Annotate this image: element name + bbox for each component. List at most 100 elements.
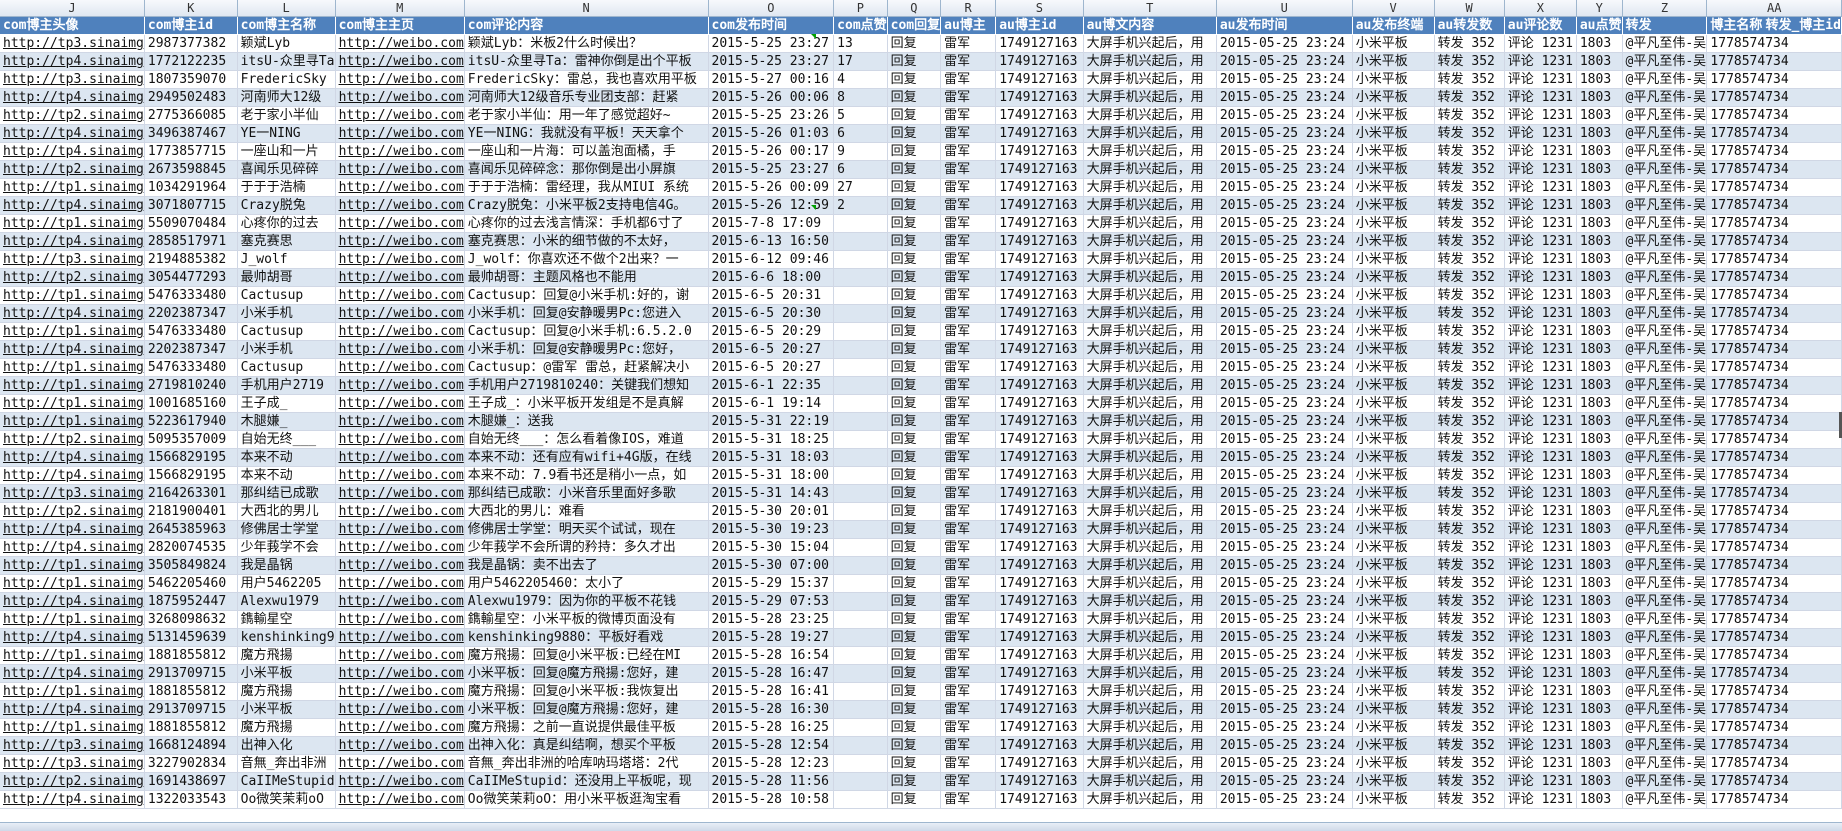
table-cell[interactable]: 2015-05-25 23:24 — [1216, 358, 1353, 377]
table-cell[interactable]: 2015-5-26 00:09 — [708, 178, 835, 197]
table-cell[interactable]: 雷军 — [940, 196, 997, 215]
table-cell[interactable]: 小米平板 — [1352, 700, 1435, 719]
table-cell[interactable]: 1778574734 — [1706, 430, 1842, 449]
table-cell[interactable]: 评论 1231 — [1504, 196, 1577, 215]
table-cell[interactable] — [833, 268, 888, 287]
hyperlink-cell[interactable]: http://weibo.com — [335, 700, 465, 719]
table-cell[interactable]: @平凡至伟-吴 — [1622, 106, 1708, 125]
table-cell[interactable]: 1749127163 — [995, 628, 1084, 647]
table-cell[interactable]: 1778574734 — [1706, 754, 1842, 773]
table-cell[interactable]: 小米平板 — [1352, 196, 1435, 215]
table-cell[interactable]: 5095357009 — [144, 430, 238, 449]
table-cell[interactable]: 回复 — [887, 88, 942, 107]
table-cell[interactable]: 大屏手机兴起后，用 — [1083, 250, 1217, 269]
table-cell[interactable]: 2015-5-25 23:26 — [708, 106, 835, 125]
table-cell[interactable]: 转发 352 — [1434, 574, 1505, 593]
table-cell[interactable]: 小米平板 — [1352, 574, 1435, 593]
table-cell[interactable]: 1749127163 — [995, 376, 1084, 395]
table-cell[interactable]: 小米平板 — [1352, 142, 1435, 161]
hyperlink-cell[interactable]: http://tp2.sinaimg — [0, 502, 145, 521]
table-cell[interactable]: 大屏手机兴起后，用 — [1083, 754, 1217, 773]
table-cell[interactable]: 转发 352 — [1434, 286, 1505, 305]
table-cell[interactable]: @平凡至伟-吴 — [1622, 340, 1708, 359]
table-cell[interactable]: CaIIMeStupid — [237, 772, 336, 791]
table-cell[interactable]: 回复 — [887, 556, 942, 575]
table-cell[interactable]: kenshinking9880：平板好看戏 — [464, 628, 709, 647]
table-cell[interactable]: 小米平板 — [1352, 520, 1435, 539]
table-cell[interactable]: 评论 1231 — [1504, 160, 1577, 179]
hyperlink-cell[interactable]: http://weibo.com — [335, 736, 465, 755]
hyperlink-cell[interactable]: http://weibo.com — [335, 268, 465, 287]
table-cell[interactable]: @平凡至伟-吴 — [1622, 88, 1708, 107]
table-cell[interactable]: 回复 — [887, 592, 942, 611]
table-cell[interactable]: 回复 — [887, 304, 942, 323]
table-cell[interactable]: 1749127163 — [995, 790, 1084, 809]
table-cell[interactable] — [833, 682, 888, 701]
table-cell[interactable] — [833, 790, 888, 809]
hyperlink-cell[interactable]: http://weibo.com — [335, 160, 465, 179]
table-cell[interactable]: 2015-05-25 23:24 — [1216, 448, 1353, 467]
table-cell[interactable]: 评论 1231 — [1504, 502, 1577, 521]
table-cell[interactable]: @平凡至伟-吴 — [1622, 412, 1708, 431]
table-cell[interactable]: 1778574734 — [1706, 286, 1842, 305]
table-cell[interactable]: 1778574734 — [1706, 322, 1842, 341]
table-cell[interactable]: 1778574734 — [1706, 466, 1842, 485]
table-cell[interactable]: 转发 352 — [1434, 790, 1505, 809]
table-cell[interactable]: 评论 1231 — [1504, 88, 1577, 107]
hyperlink-cell[interactable]: http://tp4.sinaimg — [0, 232, 145, 251]
table-cell[interactable]: 2015-6-12 09:46 — [708, 250, 835, 269]
table-cell[interactable]: 2015-05-25 23:24 — [1216, 340, 1353, 359]
table-cell[interactable]: @平凡至伟-吴 — [1622, 574, 1708, 593]
table-cell[interactable]: 河南师大12级 — [237, 88, 336, 107]
table-cell[interactable]: 2015-5-28 11:56 — [708, 772, 835, 791]
table-cell[interactable]: 本来不动 — [237, 466, 336, 485]
table-cell[interactable]: 1749127163 — [995, 466, 1084, 485]
table-cell[interactable]: 2015-5-25 23:27 — [708, 52, 835, 71]
table-cell[interactable]: 小米平板 — [1352, 610, 1435, 629]
table-cell[interactable]: 颖斌Lyb — [237, 34, 336, 53]
table-cell[interactable]: 回复 — [887, 646, 942, 665]
table-cell[interactable]: 2015-5-28 12:54 — [708, 736, 835, 755]
table-cell[interactable]: 雷军 — [940, 466, 997, 485]
table-cell[interactable]: 雷军 — [940, 772, 997, 791]
table-cell[interactable]: 大屏手机兴起后，用 — [1083, 70, 1217, 89]
column-letter-header[interactable]: N — [464, 0, 709, 17]
table-cell[interactable]: 1803 — [1576, 322, 1623, 341]
hyperlink-cell[interactable]: http://weibo.com — [335, 538, 465, 557]
table-cell[interactable]: 小米平板 — [1352, 628, 1435, 647]
hyperlink-cell[interactable]: http://tp4.sinaimg — [0, 664, 145, 683]
table-cell[interactable]: 转发 352 — [1434, 538, 1505, 557]
table-cell[interactable]: FredericSky：雷总，我也喜欢用平板 — [464, 70, 709, 89]
table-cell[interactable]: 2015-05-25 23:24 — [1216, 250, 1353, 269]
table-cell[interactable]: 1881855812 — [144, 682, 238, 701]
table-cell[interactable]: 回复 — [887, 52, 942, 71]
table-cell[interactable]: 1778574734 — [1706, 502, 1842, 521]
table-cell[interactable]: 大屏手机兴起后，用 — [1083, 304, 1217, 323]
table-cell[interactable]: 评论 1231 — [1504, 232, 1577, 251]
table-cell[interactable]: 评论 1231 — [1504, 790, 1577, 809]
hyperlink-cell[interactable]: http://weibo.com — [335, 646, 465, 665]
table-cell[interactable]: 1749127163 — [995, 502, 1084, 521]
table-cell[interactable]: @平凡至伟-吴 — [1622, 790, 1708, 809]
table-cell[interactable]: Alexwu1979：因为你的平板不花钱 — [464, 592, 709, 611]
table-cell[interactable]: 转发 352 — [1434, 70, 1505, 89]
table-cell[interactable]: 1803 — [1576, 628, 1623, 647]
table-cell[interactable]: 1778574734 — [1706, 178, 1842, 197]
table-cell[interactable]: @平凡至伟-吴 — [1622, 178, 1708, 197]
hyperlink-cell[interactable]: http://tp1.sinaimg — [0, 358, 145, 377]
table-cell[interactable]: 小米平板 — [1352, 232, 1435, 251]
hyperlink-cell[interactable]: http://weibo.com — [335, 502, 465, 521]
table-cell[interactable]: 1778574734 — [1706, 124, 1842, 143]
table-cell[interactable]: 2015-05-25 23:24 — [1216, 628, 1353, 647]
hyperlink-cell[interactable]: http://tp3.sinaimg — [0, 250, 145, 269]
hyperlink-cell[interactable]: http://tp4.sinaimg — [0, 448, 145, 467]
table-cell[interactable]: 1749127163 — [995, 538, 1084, 557]
table-cell[interactable]: 大屏手机兴起后，用 — [1083, 610, 1217, 629]
table-cell[interactable]: 2015-6-1 22:35 — [708, 376, 835, 395]
table-cell[interactable]: 1749127163 — [995, 610, 1084, 629]
table-cell[interactable]: 1778574734 — [1706, 376, 1842, 395]
hyperlink-cell[interactable]: http://weibo.com — [335, 142, 465, 161]
table-cell[interactable]: 转发 352 — [1434, 394, 1505, 413]
table-cell[interactable]: 1803 — [1576, 160, 1623, 179]
table-cell[interactable]: @平凡至伟-吴 — [1622, 682, 1708, 701]
